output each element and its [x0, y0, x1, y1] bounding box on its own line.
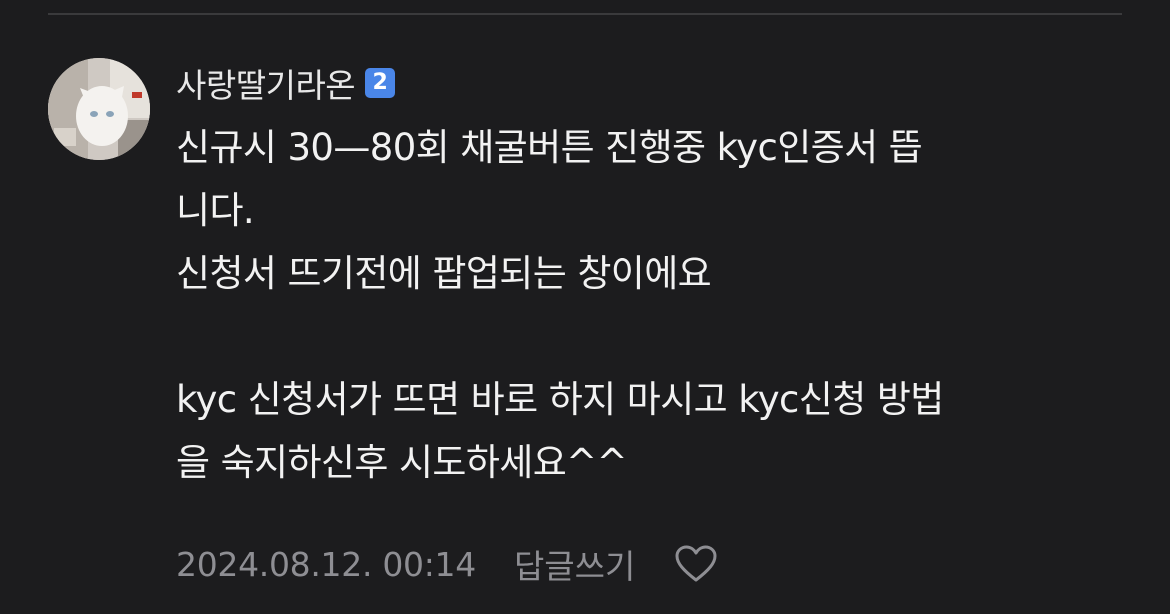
author-row: 사랑딸기라온 2 [176, 60, 1136, 106]
level-badge: 2 [365, 68, 396, 98]
comment-meta: 2024.08.12. 00:14 답글쓰기 [176, 540, 719, 588]
top-divider [48, 13, 1122, 15]
comment-line: kyc 신청서가 뜨면 바로 하지 마시고 kyc신청 방법 [176, 378, 944, 421]
avatar-image [48, 58, 150, 160]
heart-outline-icon [675, 545, 717, 582]
comment-line: 니다. [176, 189, 255, 232]
author-avatar[interactable] [48, 58, 150, 160]
comment-line: 을 숙지하신후 시도하세요^^ [176, 441, 628, 484]
comment-timestamp: 2024.08.12. 00:14 [176, 544, 476, 584]
comment-item: 사랑딸기라온 2 신규시 30—80회 채굴버튼 진행중 kyc인증서 뜹 니다… [176, 60, 1136, 494]
comment-body: 신규시 30—80회 채굴버튼 진행중 kyc인증서 뜹 니다. 신청서 뜨기전… [176, 116, 1136, 494]
like-button[interactable] [673, 541, 719, 587]
comment-line: 신청서 뜨기전에 팝업되는 창이에요 [176, 252, 712, 295]
author-name[interactable]: 사랑딸기라온 [176, 59, 356, 107]
comment-line: 신규시 30—80회 채굴버튼 진행중 kyc인증서 뜹 [176, 126, 923, 169]
comment-blank-line [176, 305, 1136, 368]
reply-button[interactable]: 답글쓰기 [514, 540, 635, 588]
